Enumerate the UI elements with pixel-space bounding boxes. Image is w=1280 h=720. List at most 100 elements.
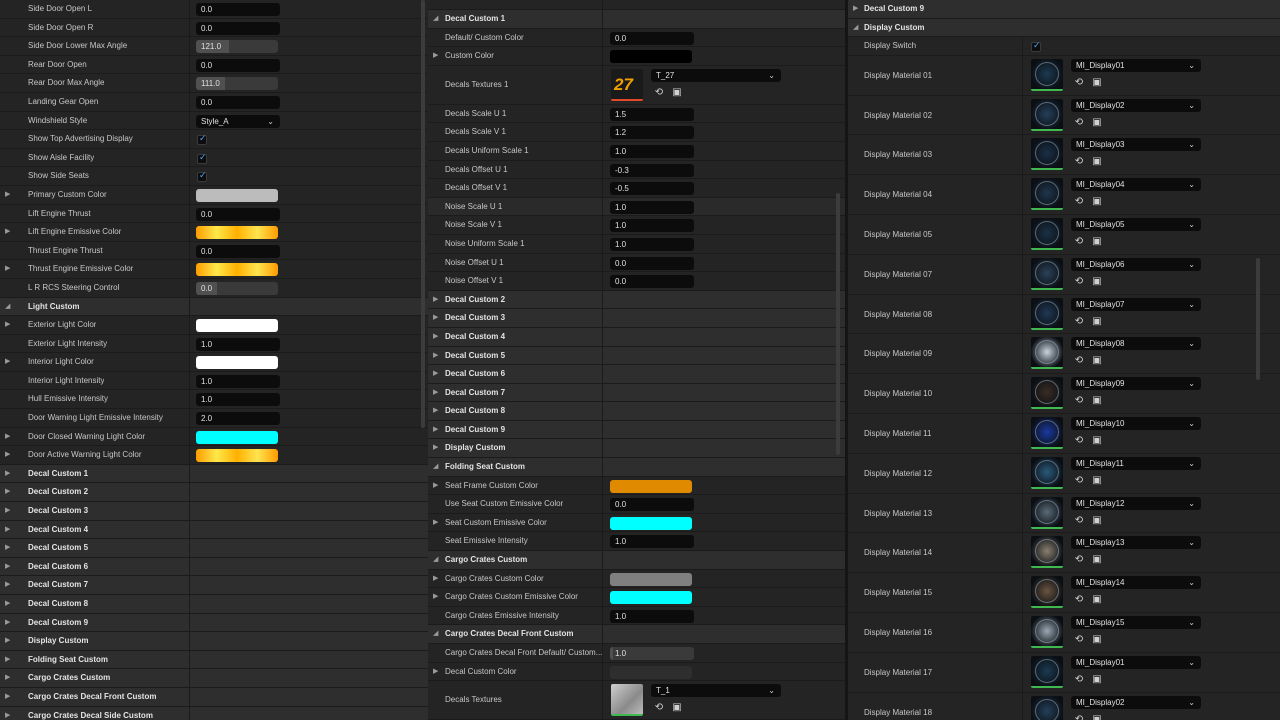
expand-arrow-icon[interactable]: ◢	[433, 625, 438, 643]
expand-arrow-icon[interactable]: ▶	[433, 47, 438, 65]
number-field[interactable]: 1.0	[196, 337, 280, 351]
expand-arrow-icon[interactable]: ▶	[5, 669, 10, 687]
slider-field[interactable]: 111.0	[196, 77, 278, 91]
category-display-custom[interactable]: ◢ Display Custom	[848, 18, 1280, 38]
material-thumbnail[interactable]	[1031, 377, 1063, 410]
material-thumbnail[interactable]	[1031, 257, 1063, 290]
expand-arrow-icon[interactable]: ▶	[5, 446, 10, 464]
material-dropdown[interactable]: MI_Display08 ⌄	[1071, 337, 1201, 351]
number-field[interactable]: 1.0	[610, 219, 694, 233]
browse-asset-icon[interactable]: ⟲	[653, 87, 665, 99]
material-dropdown[interactable]: MI_Display14 ⌄	[1071, 576, 1201, 590]
expand-arrow-icon[interactable]: ▶	[433, 570, 438, 588]
color-swatch[interactable]	[610, 50, 692, 64]
number-field[interactable]: 1.0	[196, 374, 280, 388]
expand-arrow-icon[interactable]: ▶	[433, 365, 438, 383]
expand-arrow-icon[interactable]: ▶	[433, 384, 438, 402]
number-field[interactable]: 0.0	[196, 244, 280, 258]
number-field[interactable]: 1.0	[610, 144, 694, 158]
category-decal-custom-8[interactable]: ▶ Decal Custom 8	[0, 595, 428, 614]
category-folding-seat-custom[interactable]: ▶ Folding Seat Custom	[0, 650, 428, 670]
expand-arrow-icon[interactable]: ▶	[5, 260, 10, 278]
expand-arrow-icon[interactable]: ▶	[5, 632, 10, 650]
browse-asset-icon[interactable]: ⟲	[1073, 594, 1085, 606]
texture-dropdown[interactable]: T_27 ⌄	[651, 68, 781, 82]
category-decal-custom-3[interactable]: ▶ Decal Custom 3	[0, 502, 428, 521]
category-decal-custom-2[interactable]: ▶ Decal Custom 2	[0, 483, 428, 503]
category-decal-custom-5[interactable]: ▶ Decal Custom 5	[428, 346, 845, 366]
number-field[interactable]: -0.3	[610, 163, 694, 177]
expand-arrow-icon[interactable]: ▶	[5, 595, 10, 613]
browse-asset-icon[interactable]: ⟲	[1073, 554, 1085, 566]
expand-arrow-icon[interactable]: ◢	[5, 298, 10, 316]
windshield-style-dropdown[interactable]: Style_A ⌄	[196, 114, 280, 128]
material-dropdown[interactable]: MI_Display10 ⌄	[1071, 416, 1201, 430]
category-cargo-crates-decal-side-custom[interactable]: ▶ Cargo Crates Decal Side Custom	[0, 706, 428, 720]
number-field[interactable]: 1.2	[610, 126, 694, 140]
number-field[interactable]: 2.0	[196, 412, 280, 426]
category-decal-custom-6[interactable]: ▶ Decal Custom 6	[428, 365, 845, 384]
expand-arrow-icon[interactable]: ▶	[5, 316, 10, 334]
material-dropdown[interactable]: MI_Display15 ⌄	[1071, 615, 1201, 629]
expand-arrow-icon[interactable]: ▶	[5, 428, 10, 446]
find-in-browser-icon[interactable]: ▣	[671, 702, 683, 714]
column-splitter[interactable]	[189, 0, 190, 720]
color-swatch[interactable]	[196, 449, 278, 463]
material-thumbnail[interactable]	[1031, 576, 1063, 609]
expand-arrow-icon[interactable]: ▶	[433, 402, 438, 420]
number-field[interactable]: 0.0	[196, 207, 280, 221]
number-field[interactable]: 1.0	[610, 237, 694, 251]
category-decal-custom-9[interactable]: ▶ Decal Custom 9	[0, 613, 428, 633]
find-in-browser-icon[interactable]: ▣	[1091, 117, 1103, 129]
material-dropdown[interactable]: MI_Display11 ⌄	[1071, 456, 1201, 470]
find-in-browser-icon[interactable]: ▣	[1091, 395, 1103, 407]
category-cargo-decal-front[interactable]: ◢ Cargo Crates Decal Front Custom	[428, 625, 845, 644]
number-field[interactable]: 0.0	[196, 3, 280, 16]
color-swatch[interactable]	[610, 479, 692, 493]
expand-arrow-icon[interactable]: ▶	[5, 688, 10, 706]
find-in-browser-icon[interactable]: ▣	[1091, 634, 1103, 646]
category-decal-custom-4[interactable]: ▶ Decal Custom 4	[428, 327, 845, 347]
number-field[interactable]: 0.0	[196, 21, 280, 35]
material-thumbnail[interactable]	[1031, 297, 1063, 330]
category-decal-custom-3[interactable]: ▶ Decal Custom 3	[428, 309, 845, 328]
slider-field[interactable]: 121.0	[196, 40, 278, 54]
material-dropdown[interactable]: MI_Display03 ⌄	[1071, 138, 1201, 152]
color-swatch[interactable]	[196, 319, 278, 333]
checkbox[interactable]	[197, 170, 207, 183]
find-in-browser-icon[interactable]: ▣	[1091, 77, 1103, 89]
texture-dropdown[interactable]: T_1 ⌄	[651, 684, 781, 698]
right-scrollbar[interactable]	[1256, 258, 1260, 380]
color-swatch[interactable]	[610, 572, 692, 586]
color-swatch[interactable]	[610, 516, 692, 530]
category-folding-seat-custom[interactable]: ◢ Folding Seat Custom	[428, 458, 845, 477]
expand-arrow-icon[interactable]: ▶	[433, 347, 438, 365]
number-field[interactable]: 1.0	[610, 609, 694, 623]
column-splitter[interactable]	[602, 0, 603, 720]
category-display-custom[interactable]: ▶ Display Custom	[0, 632, 428, 651]
slider-field[interactable]: 1.0	[610, 647, 694, 660]
material-dropdown[interactable]: MI_Display01 ⌄	[1071, 655, 1201, 669]
find-in-browser-icon[interactable]: ▣	[1091, 714, 1103, 720]
number-field[interactable]: 0.0	[196, 58, 280, 72]
expand-arrow-icon[interactable]: ▶	[5, 353, 10, 371]
expand-arrow-icon[interactable]: ▶	[5, 707, 10, 720]
expand-arrow-icon[interactable]: ▶	[433, 477, 438, 495]
category-decal-custom-1[interactable]: ◢ Decal Custom 1	[428, 10, 845, 29]
find-in-browser-icon[interactable]: ▣	[1091, 196, 1103, 208]
material-thumbnail[interactable]	[1031, 138, 1063, 171]
category-decal-custom-5[interactable]: ▶ Decal Custom 5	[0, 539, 428, 558]
browse-asset-icon[interactable]: ⟲	[1073, 435, 1085, 447]
browse-asset-icon[interactable]: ⟲	[1073, 236, 1085, 248]
expand-arrow-icon[interactable]: ▶	[5, 576, 10, 594]
number-field[interactable]: 1.0	[610, 535, 694, 549]
expand-arrow-icon[interactable]: ◢	[433, 10, 438, 28]
browse-asset-icon[interactable]: ⟲	[1073, 515, 1085, 527]
material-thumbnail[interactable]	[1031, 456, 1063, 489]
expand-arrow-icon[interactable]: ▶	[433, 328, 438, 346]
find-in-browser-icon[interactable]: ▣	[1091, 515, 1103, 527]
expand-arrow-icon[interactable]: ▶	[5, 651, 10, 669]
material-dropdown[interactable]: MI_Display02 ⌄	[1071, 695, 1201, 709]
expand-arrow-icon[interactable]: ▶	[433, 663, 438, 681]
material-thumbnail[interactable]	[1031, 98, 1063, 131]
